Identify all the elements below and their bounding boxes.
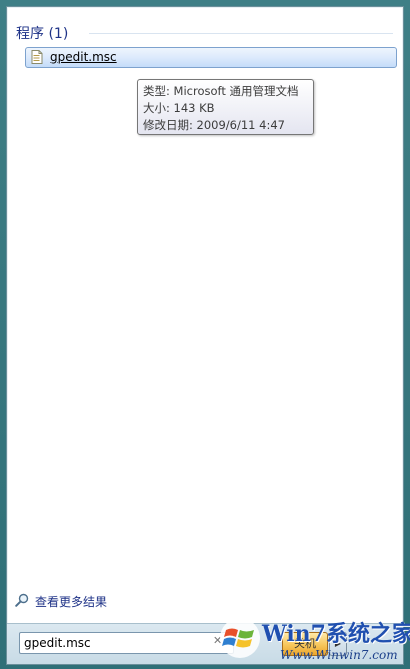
file-info-tooltip: 类型: Microsoft 通用管理文档 大小: 143 KB 修改日期: 20…	[137, 79, 314, 135]
magnifier-icon	[15, 593, 29, 607]
windows-logo-icon	[220, 618, 260, 658]
tooltip-type: 类型: Microsoft 通用管理文档	[143, 84, 299, 98]
site-watermark: Win7系统之家 Www.Winwin7.com	[218, 612, 410, 668]
watermark-url: Www.Winwin7.com	[280, 648, 398, 662]
search-input[interactable]	[19, 632, 234, 654]
group-divider	[89, 33, 393, 34]
result-item-label: gpedit.msc	[50, 50, 117, 64]
tooltip-size: 大小: 143 KB	[143, 101, 215, 115]
watermark-brand: Win7系统之家	[262, 621, 410, 647]
results-group-header[interactable]: 程序 (1)	[16, 23, 68, 43]
result-item-gpedit[interactable]: gpedit.msc	[25, 47, 397, 68]
start-menu-panel: 程序 (1) gpedit.msc 类型: Microsoft 通用管理文档 大…	[6, 6, 404, 665]
see-more-label: 查看更多结果	[35, 595, 108, 609]
tooltip-modified: 修改日期: 2009/6/11 4:47	[143, 118, 285, 132]
document-icon	[31, 50, 43, 64]
